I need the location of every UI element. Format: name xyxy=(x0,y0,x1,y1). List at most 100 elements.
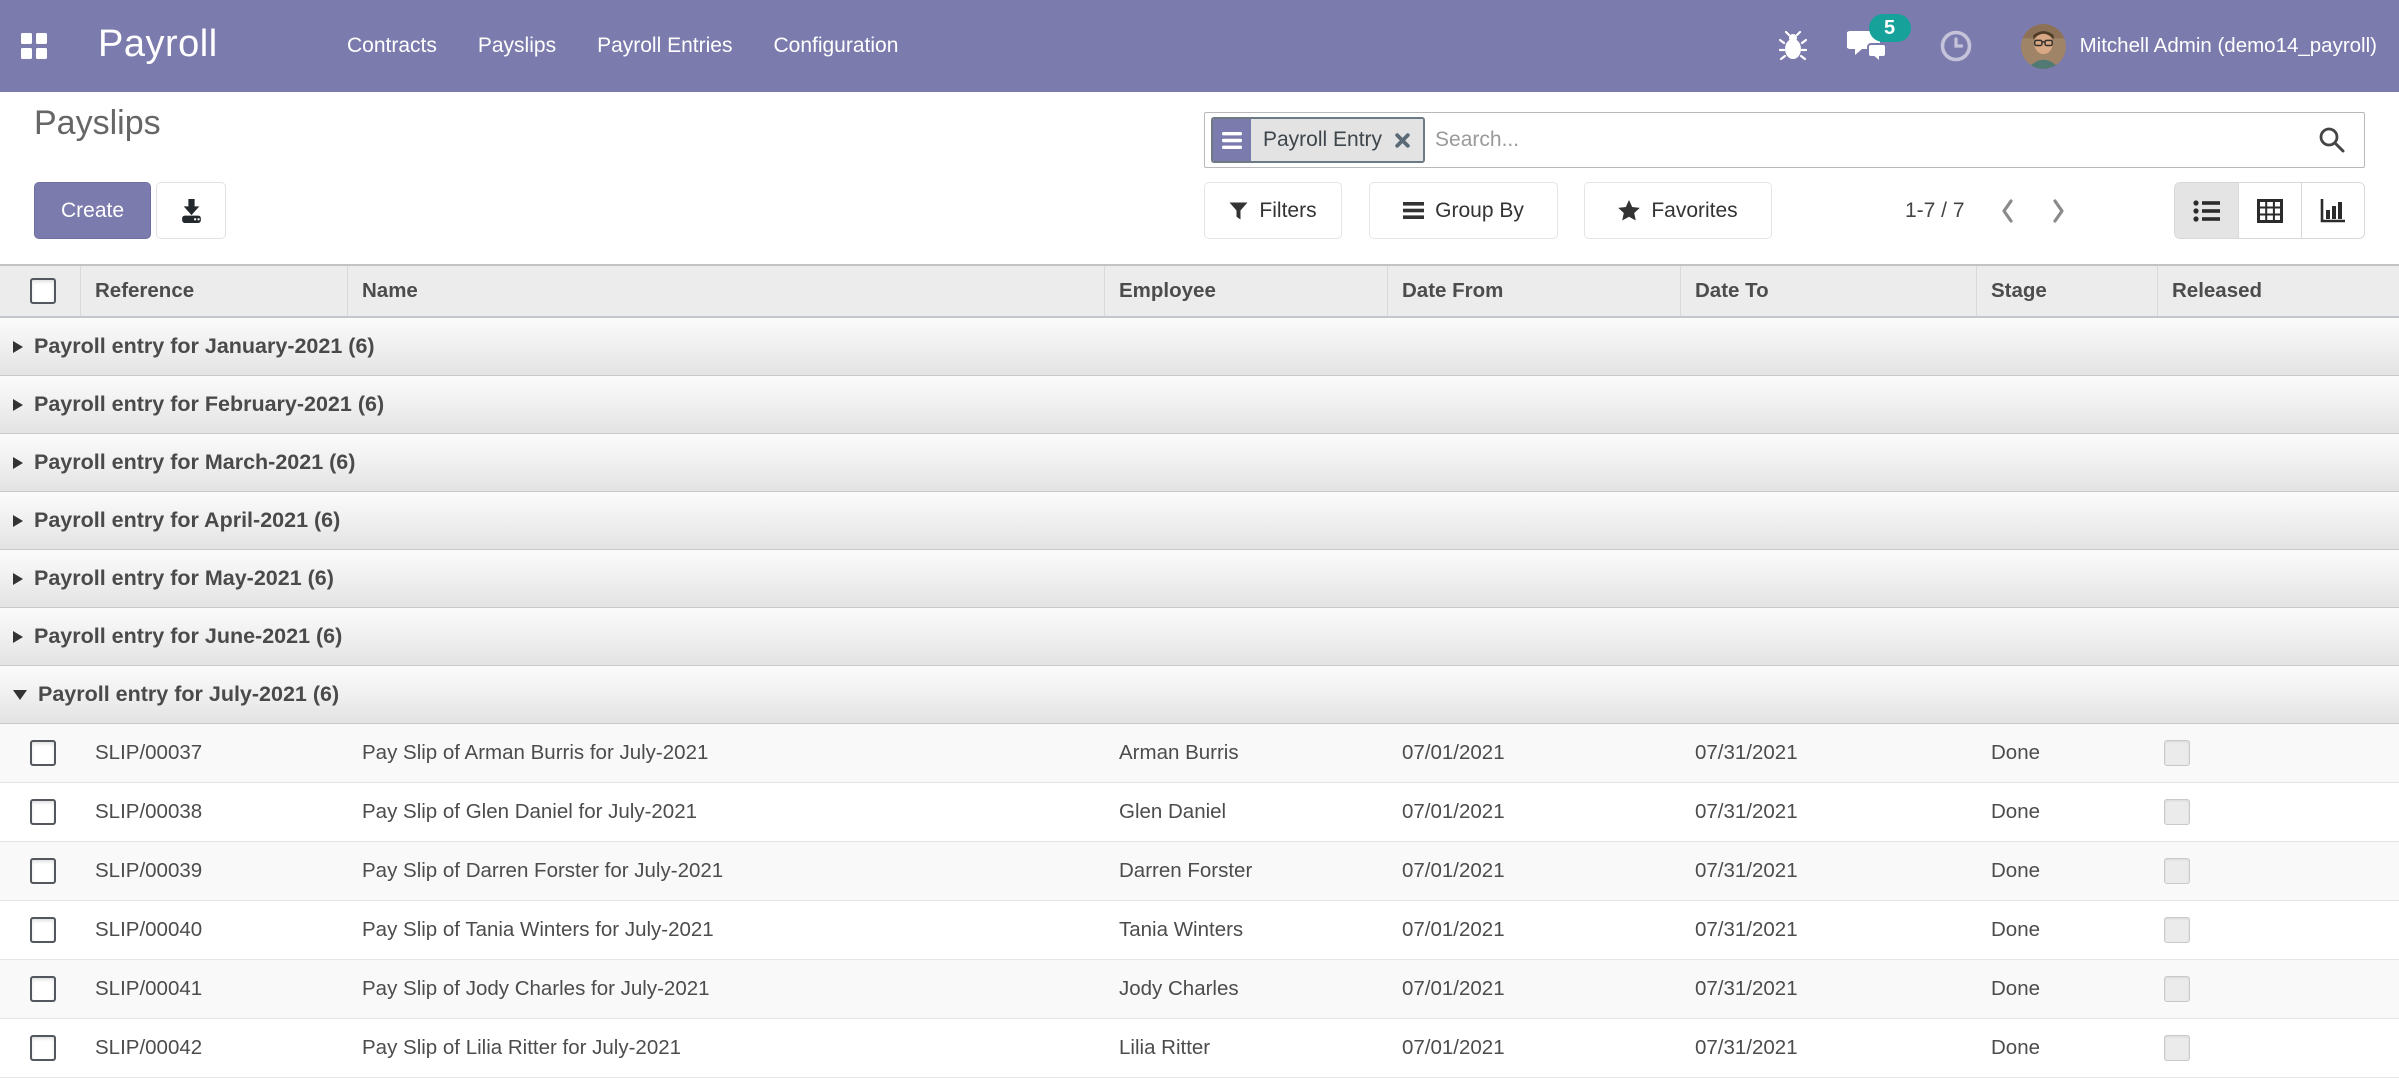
facet-remove-icon[interactable] xyxy=(1394,132,1411,149)
cell-date-to: 07/31/2021 xyxy=(1681,724,1977,782)
chart-view-button[interactable] xyxy=(2301,183,2364,238)
cell-name: Pay Slip of Darren Forster for July-2021 xyxy=(348,842,1105,900)
row-checkbox[interactable] xyxy=(30,858,56,884)
table-row[interactable]: SLIP/00041 Pay Slip of Jody Charles for … xyxy=(0,960,2399,1019)
cell-date-from: 07/01/2021 xyxy=(1388,1019,1681,1077)
cell-employee: Arman Burris xyxy=(1105,724,1388,782)
apps-menu-button[interactable] xyxy=(21,33,47,59)
cell-name: Pay Slip of Tania Winters for July-2021 xyxy=(348,901,1105,959)
messages-button[interactable]: 5 xyxy=(1847,28,1889,64)
cell-date-to: 07/31/2021 xyxy=(1681,842,1977,900)
released-checkbox xyxy=(2164,858,2190,884)
table-row[interactable]: SLIP/00039 Pay Slip of Darren Forster fo… xyxy=(0,842,2399,901)
apps-grid-icon xyxy=(21,33,47,59)
group-row[interactable]: Payroll entry for March-2021 (6) xyxy=(0,434,2399,492)
message-count-badge: 5 xyxy=(1869,14,1911,42)
group-label: Payroll entry for February-2021 (6) xyxy=(34,392,384,417)
payroll-app: Payroll Contracts Payslips Payroll Entri… xyxy=(0,0,2399,1080)
table-row[interactable]: SLIP/00037 Pay Slip of Arman Burris for … xyxy=(0,724,2399,783)
released-checkbox xyxy=(2164,917,2190,943)
export-button[interactable] xyxy=(156,182,226,239)
menu-payslips[interactable]: Payslips xyxy=(478,34,556,58)
caret-icon xyxy=(13,631,23,643)
group-row[interactable]: Payroll entry for February-2021 (6) xyxy=(0,376,2399,434)
search-input[interactable]: Search... xyxy=(1435,128,2318,152)
search-facet: Payroll Entry xyxy=(1211,117,1425,163)
cell-name: Pay Slip of Jody Charles for July-2021 xyxy=(348,960,1105,1018)
cell-reference: SLIP/00038 xyxy=(81,783,348,841)
cell-date-from: 07/01/2021 xyxy=(1388,901,1681,959)
list-view-button[interactable] xyxy=(2175,183,2238,238)
column-header-reference[interactable]: Reference xyxy=(81,266,348,316)
group-label: Payroll entry for April-2021 (6) xyxy=(34,508,340,533)
group-by-facet-icon xyxy=(1213,119,1251,161)
caret-icon xyxy=(13,399,23,411)
create-button[interactable]: Create xyxy=(34,182,151,239)
navbar-right: 5 xyxy=(1779,0,2385,92)
app-title[interactable]: Payroll xyxy=(98,23,218,66)
grid-view-button[interactable] xyxy=(2238,183,2301,238)
cell-employee: Darren Forster xyxy=(1105,842,1388,900)
row-checkbox[interactable] xyxy=(30,740,56,766)
table-row[interactable]: SLIP/00042 Pay Slip of Lilia Ritter for … xyxy=(0,1019,2399,1078)
group-label: Payroll entry for May-2021 (6) xyxy=(34,566,334,591)
table-row[interactable]: SLIP/00040 Pay Slip of Tania Winters for… xyxy=(0,901,2399,960)
search-bar[interactable]: Payroll Entry Search... xyxy=(1204,112,2365,168)
activities-clock-button[interactable] xyxy=(1939,29,1973,63)
caret-icon xyxy=(13,341,23,353)
table-row[interactable]: SLIP/00038 Pay Slip of Glen Daniel for J… xyxy=(0,783,2399,842)
cell-date-to: 07/31/2021 xyxy=(1681,901,1977,959)
pager-previous-button[interactable] xyxy=(1999,197,2016,225)
column-header-employee[interactable]: Employee xyxy=(1105,266,1388,316)
row-checkbox[interactable] xyxy=(30,976,56,1002)
cell-stage: Done xyxy=(1977,1019,2158,1077)
control-panel: Payslips Payroll Entry Search... Create xyxy=(0,92,2399,264)
table-header-row: Reference Name Employee Date From Date T… xyxy=(0,264,2399,318)
group-row[interactable]: Payroll entry for June-2021 (6) xyxy=(0,608,2399,666)
column-header-stage[interactable]: Stage xyxy=(1977,266,2158,316)
group-by-button[interactable]: Group By xyxy=(1369,182,1558,239)
caret-icon xyxy=(13,690,27,700)
caret-icon xyxy=(13,515,23,527)
group-label: Payroll entry for July-2021 (6) xyxy=(38,682,339,707)
cell-employee: Jody Charles xyxy=(1105,960,1388,1018)
released-checkbox xyxy=(2164,976,2190,1002)
chevron-right-icon xyxy=(2050,197,2067,225)
grid-view-icon xyxy=(2257,199,2283,223)
cell-date-to: 07/31/2021 xyxy=(1681,960,1977,1018)
view-switcher xyxy=(2174,182,2365,239)
payslips-list: Reference Name Employee Date From Date T… xyxy=(0,264,2399,1078)
group-row[interactable]: Payroll entry for January-2021 (6) xyxy=(0,318,2399,376)
row-checkbox[interactable] xyxy=(30,917,56,943)
cell-name: Pay Slip of Glen Daniel for July-2021 xyxy=(348,783,1105,841)
debug-button[interactable] xyxy=(1779,31,1807,61)
column-header-date-from[interactable]: Date From xyxy=(1388,266,1681,316)
avatar-image xyxy=(2021,24,2066,69)
group-row[interactable]: Payroll entry for May-2021 (6) xyxy=(0,550,2399,608)
cell-date-from: 07/01/2021 xyxy=(1388,724,1681,782)
menu-contracts[interactable]: Contracts xyxy=(347,34,437,58)
column-header-released[interactable]: Released xyxy=(2158,266,2399,316)
cell-reference: SLIP/00040 xyxy=(81,901,348,959)
group-row[interactable]: Payroll entry for April-2021 (6) xyxy=(0,492,2399,550)
group-by-icon xyxy=(1403,202,1424,219)
column-header-name[interactable]: Name xyxy=(348,266,1105,316)
main-menu: Contracts Payslips Payroll Entries Confi… xyxy=(347,0,898,92)
group-row[interactable]: Payroll entry for July-2021 (6) xyxy=(0,666,2399,724)
cell-employee: Lilia Ritter xyxy=(1105,1019,1388,1077)
filters-button[interactable]: Filters xyxy=(1204,182,1342,239)
user-name[interactable]: Mitchell Admin (demo14_payroll) xyxy=(2080,34,2377,58)
search-icon[interactable] xyxy=(2318,126,2346,154)
caret-icon xyxy=(13,457,23,469)
pager-next-button[interactable] xyxy=(2050,197,2067,225)
row-checkbox[interactable] xyxy=(30,1035,56,1061)
cell-date-to: 07/31/2021 xyxy=(1681,783,1977,841)
user-avatar[interactable] xyxy=(2021,24,2066,69)
cell-reference: SLIP/00037 xyxy=(81,724,348,782)
favorites-button[interactable]: Favorites xyxy=(1584,182,1772,239)
column-header-date-to[interactable]: Date To xyxy=(1681,266,1977,316)
menu-configuration[interactable]: Configuration xyxy=(773,34,898,58)
menu-payroll-entries[interactable]: Payroll Entries xyxy=(597,34,732,58)
row-checkbox[interactable] xyxy=(30,799,56,825)
select-all-checkbox[interactable] xyxy=(30,278,56,304)
